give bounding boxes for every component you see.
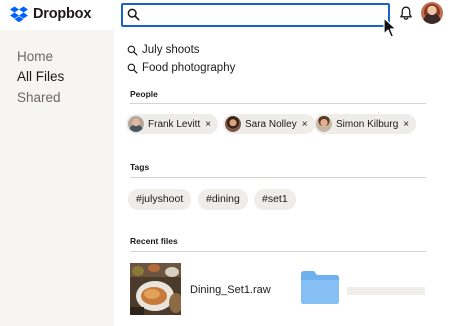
dropbox-icon [10, 6, 28, 22]
suggestion-item[interactable]: July shoots [127, 42, 200, 58]
sidebar-item-all-files[interactable]: All Files [17, 69, 64, 84]
suggestion-item[interactable]: Food photography [127, 60, 235, 76]
remove-icon[interactable]: × [302, 119, 308, 130]
search-icon [127, 45, 138, 55]
tag-chip[interactable]: #julyshoot [128, 189, 192, 210]
section-title-recent-files: Recent files [130, 236, 178, 246]
person-chip[interactable]: Simon Kilburg × [314, 114, 417, 134]
person-name: Simon Kilburg [336, 118, 399, 130]
mouse-cursor-icon [383, 17, 397, 38]
avatar [225, 116, 241, 132]
file-thumbnail[interactable] [130, 263, 181, 315]
remove-icon[interactable]: × [205, 119, 211, 130]
avatar [128, 116, 144, 132]
bell-icon[interactable] [399, 6, 413, 21]
person-name: Sara Nolley [245, 118, 297, 130]
tag-chip[interactable]: #dining [198, 189, 248, 210]
person-chip[interactable]: Frank Levitt × [126, 114, 219, 134]
search-input[interactable] [143, 6, 383, 23]
divider [130, 177, 426, 178]
suggestion-label: July shoots [142, 44, 200, 56]
remove-icon[interactable]: × [403, 119, 409, 130]
search-icon [127, 8, 140, 21]
person-chip[interactable]: Sara Nolley × [223, 114, 315, 134]
suggestion-label: Food photography [142, 62, 236, 74]
divider [130, 251, 426, 252]
user-avatar[interactable] [421, 2, 443, 24]
food-photo-image [130, 263, 181, 315]
person-name: Frank Levitt [148, 118, 201, 130]
search-results-panel: July shoots Food photography People Fran… [114, 30, 450, 326]
dropbox-logo[interactable]: Dropbox [10, 5, 91, 23]
sidebar-item-home[interactable]: Home [17, 49, 53, 64]
file-name[interactable]: Dining_Set1.raw [190, 284, 271, 296]
sidebar-item-shared[interactable]: Shared [17, 90, 61, 105]
sidebar: Home All Files Shared [0, 30, 114, 326]
brand-name: Dropbox [33, 6, 92, 22]
section-title-tags: Tags [130, 162, 150, 172]
search-bar[interactable] [121, 3, 390, 27]
divider [130, 103, 426, 104]
tag-chip[interactable]: #set1 [254, 189, 296, 210]
loading-placeholder [347, 287, 425, 295]
avatar [316, 116, 332, 132]
folder-icon[interactable] [301, 271, 339, 304]
search-icon [127, 63, 138, 73]
section-title-people: People [130, 89, 158, 99]
